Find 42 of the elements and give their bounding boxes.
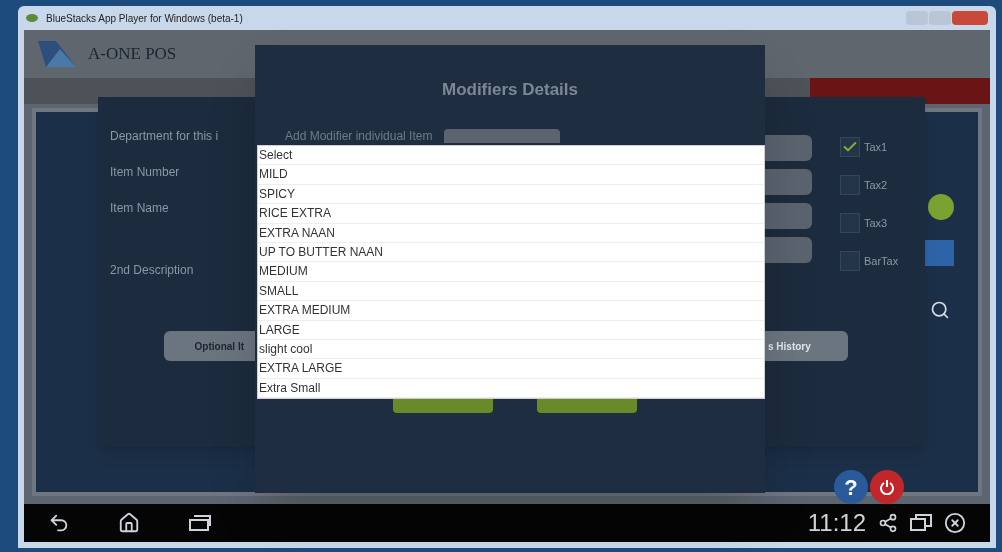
dropdown-option[interactable]: SMALL <box>258 281 764 302</box>
dropdown-option[interactable]: Extra Small <box>258 378 764 399</box>
side-tab[interactable] <box>924 240 954 266</box>
tax-checkbox[interactable] <box>840 251 860 271</box>
app-logo-text: A-ONE POS <box>88 43 177 66</box>
field-label: Add Modifier individual Item <box>285 127 433 145</box>
clock: 11:12 <box>807 508 866 538</box>
dropdown-option[interactable]: slight cool <box>258 339 764 360</box>
power-icon <box>879 479 895 495</box>
recents-icon[interactable] <box>188 514 212 532</box>
field-label: Department for this i <box>110 128 220 145</box>
dropdown-option[interactable]: EXTRA NAAN <box>258 223 764 243</box>
window-title: BlueStacks App Player for Windows (beta-1) <box>46 11 243 26</box>
tax-checkbox[interactable] <box>840 175 860 195</box>
tax-checkbox[interactable] <box>840 137 860 157</box>
dropdown-option[interactable]: UP TO BUTTER NAAN <box>258 242 764 263</box>
dropdown-option[interactable]: SPICY <box>258 184 764 205</box>
dropdown-option[interactable]: LARGE <box>258 320 764 340</box>
field-label: Item Number <box>110 164 181 181</box>
close-icon[interactable] <box>944 512 966 534</box>
dropdown-option[interactable]: MEDIUM <box>258 262 764 282</box>
window-icon[interactable] <box>910 514 932 532</box>
search-icon[interactable] <box>930 300 950 320</box>
tax-label: BarTax <box>864 253 899 269</box>
dialog-title: Modifiers Details <box>441 80 578 99</box>
dropdown-option[interactable]: EXTRA MEDIUM <box>258 301 764 321</box>
tax-label: Tax3 <box>864 215 888 231</box>
dropdown-option[interactable]: EXTRA LARGE <box>258 359 764 379</box>
field-label: 2nd Description <box>110 262 195 279</box>
field-label: Item Name <box>110 200 170 217</box>
help-button[interactable]: ? <box>834 470 868 504</box>
app-icon <box>26 13 38 23</box>
power-button[interactable] <box>870 470 904 504</box>
share-icon[interactable] <box>878 513 898 533</box>
tax-label: Tax2 <box>864 177 888 193</box>
dropdown-option[interactable]: Select <box>258 146 764 166</box>
back-icon[interactable] <box>48 512 70 534</box>
tax-label: Tax1 <box>864 139 888 155</box>
dropdown-option[interactable]: MILD <box>258 165 764 185</box>
home-icon[interactable] <box>118 512 140 534</box>
dropdown-option[interactable]: RICE EXTRA <box>258 204 764 224</box>
tax-checkbox[interactable] <box>840 213 860 233</box>
